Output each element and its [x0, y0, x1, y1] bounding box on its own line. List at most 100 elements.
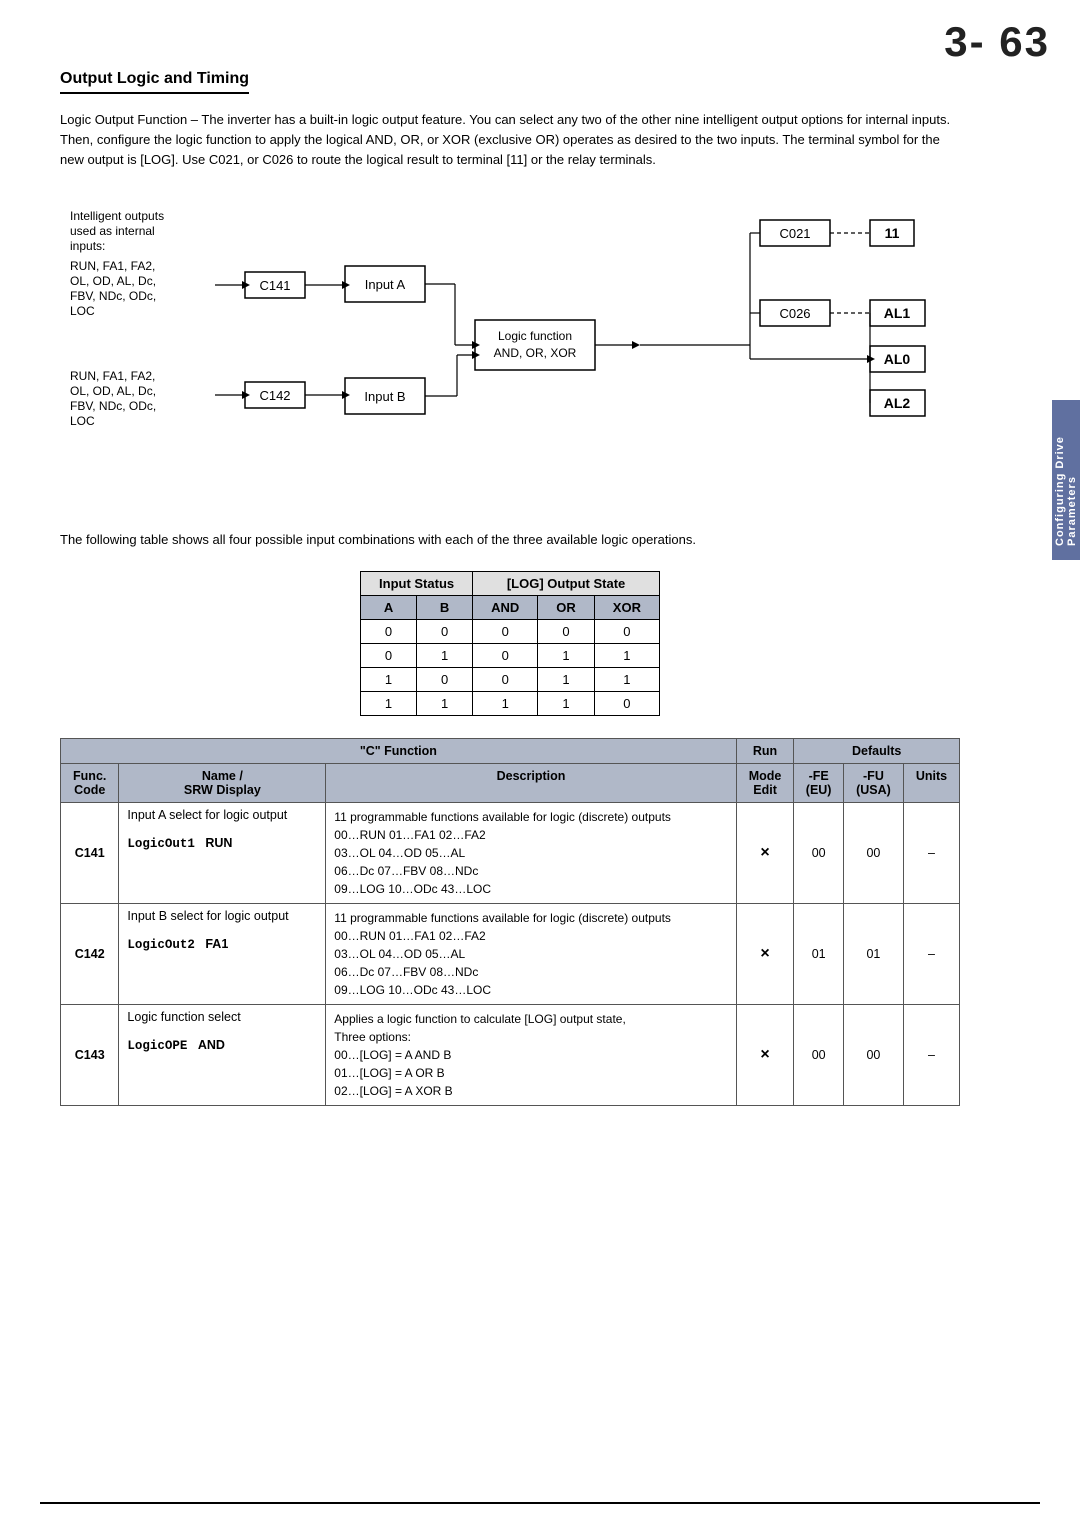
logic-table-cell: 1 [361, 691, 417, 715]
run-mode-cell: × [736, 903, 794, 1004]
svg-text:RUN, FA1, FA2,: RUN, FA1, FA2, [70, 259, 155, 273]
mode-col: ModeEdit [736, 763, 794, 802]
name-col: Name /SRW Display [119, 763, 326, 802]
func-code-cell: C143 [61, 1004, 119, 1105]
logic-table-cell: 0 [538, 619, 595, 643]
page-number: 3- 63 [944, 18, 1050, 66]
svg-text:inputs:: inputs: [70, 239, 105, 253]
log-output-header: [LOG] Output State [473, 571, 660, 595]
logic-table-cell: 1 [538, 643, 595, 667]
run-header: Run [736, 738, 794, 763]
fu-cell: 00 [843, 802, 903, 903]
fu-cell: 01 [843, 903, 903, 1004]
run-mode-cell: × [736, 1004, 794, 1105]
func-table-row: C142Input B select for logic outputLogic… [61, 903, 960, 1004]
logic-table-cell: 1 [594, 643, 659, 667]
logic-diagram: Intelligent outputs used as internal inp… [60, 190, 980, 510]
c141-label: C141 [259, 278, 290, 293]
logic-table-cell: 1 [361, 667, 417, 691]
func-desc-cell: 11 programmable functions available for … [326, 903, 736, 1004]
func-table: "C" Function Run Defaults Func.Code Name… [60, 738, 960, 1106]
logic-table-cell: 0 [417, 619, 473, 643]
svg-text:LOC: LOC [70, 414, 95, 428]
func-name-cell: Input B select for logic outputLogicOut2… [119, 903, 326, 1004]
section-title: Output Logic and Timing [60, 70, 249, 94]
logic-table-row: 00000 [361, 619, 660, 643]
col-xor-header: XOR [594, 595, 659, 619]
terminal-11-label: 11 [885, 225, 900, 241]
fu-cell: 00 [843, 1004, 903, 1105]
svg-text:OL, OD, AL, Dc,: OL, OD, AL, Dc, [70, 274, 156, 288]
srw-display: LogicOPE [127, 1039, 187, 1053]
c-func-header: "C" Function [61, 738, 737, 763]
srw-suffix: RUN [205, 836, 232, 850]
func-table-row: C141Input A select for logic outputLogic… [61, 802, 960, 903]
units-col: Units [903, 763, 959, 802]
logic-table-cell: 0 [473, 619, 538, 643]
col-or-header: OR [538, 595, 595, 619]
al2-label: AL2 [884, 395, 911, 411]
func-code-col: Func.Code [61, 763, 119, 802]
logic-table-cell: 1 [538, 691, 595, 715]
logic-func-label2: AND, OR, XOR [494, 346, 577, 360]
srw-suffix: FA1 [205, 937, 228, 951]
func-desc-cell: 11 programmable functions available for … [326, 802, 736, 903]
units-cell: – [903, 802, 959, 903]
logic-table-cell: 0 [473, 667, 538, 691]
func-name-cell: Input A select for logic outputLogicOut1… [119, 802, 326, 903]
fe-cell: 00 [794, 1004, 844, 1105]
logic-table-cell: 0 [361, 619, 417, 643]
func-name-cell: Logic function selectLogicOPE AND [119, 1004, 326, 1105]
svg-text:FBV, NDc, ODc,: FBV, NDc, ODc, [70, 399, 156, 413]
srw-display: LogicOut2 [127, 938, 195, 952]
logic-table-cell: 1 [417, 691, 473, 715]
logic-table-cell: 1 [538, 667, 595, 691]
logic-table-row: 01011 [361, 643, 660, 667]
logic-table-cell: 0 [473, 643, 538, 667]
func-code-cell: C142 [61, 903, 119, 1004]
fe-cell: 00 [794, 802, 844, 903]
desc-col: Description [326, 763, 736, 802]
func-table-row: C143Logic function selectLogicOPE ANDApp… [61, 1004, 960, 1105]
bottom-line [40, 1502, 1040, 1504]
logic-table-cell: 1 [594, 667, 659, 691]
fu-col: -FU(USA) [843, 763, 903, 802]
logic-table-row: 10011 [361, 667, 660, 691]
al0-label: AL0 [884, 351, 911, 367]
units-cell: – [903, 903, 959, 1004]
c021-label: C021 [779, 226, 810, 241]
body-text: Logic Output Function – The inverter has… [60, 110, 960, 170]
input-status-header: Input Status [361, 571, 473, 595]
logic-table-row: 11110 [361, 691, 660, 715]
logic-table-cell: 0 [417, 667, 473, 691]
run-mode-cell: × [736, 802, 794, 903]
input-b-label: Input B [364, 389, 405, 404]
func-desc-cell: Applies a logic function to calculate [L… [326, 1004, 736, 1105]
al1-label: AL1 [884, 305, 911, 321]
col-a-header: A [361, 595, 417, 619]
defaults-header: Defaults [794, 738, 960, 763]
svg-text:OL, OD, AL, Dc,: OL, OD, AL, Dc, [70, 384, 156, 398]
fe-col: -FE(EU) [794, 763, 844, 802]
table-intro-text: The following table shows all four possi… [60, 530, 960, 550]
logic-func-label1: Logic function [498, 329, 572, 343]
diagram-inputs-label: Intelligent outputs [70, 209, 164, 223]
logic-table-cell: 0 [594, 619, 659, 643]
fe-cell: 01 [794, 903, 844, 1004]
svg-text:used as internal: used as internal [70, 224, 155, 238]
func-code-cell: C141 [61, 802, 119, 903]
main-content: Output Logic and Timing Logic Output Fun… [0, 0, 1020, 1146]
logic-table-cell: 1 [473, 691, 538, 715]
svg-text:FBV, NDc, ODc,: FBV, NDc, ODc, [70, 289, 156, 303]
c142-label: C142 [259, 388, 290, 403]
logic-table-cell: 0 [361, 643, 417, 667]
svg-text:LOC: LOC [70, 304, 95, 318]
logic-truth-table: Input Status [LOG] Output State A B AND … [360, 571, 660, 716]
diagram-container: Intelligent outputs used as internal inp… [60, 190, 960, 510]
logic-table-cell: 0 [594, 691, 659, 715]
srw-suffix: AND [198, 1038, 225, 1052]
svg-text:RUN, FA1, FA2,: RUN, FA1, FA2, [70, 369, 155, 383]
side-tab: Configuring Drive Parameters [1052, 400, 1080, 560]
srw-display: LogicOut1 [127, 837, 195, 851]
col-and-header: AND [473, 595, 538, 619]
